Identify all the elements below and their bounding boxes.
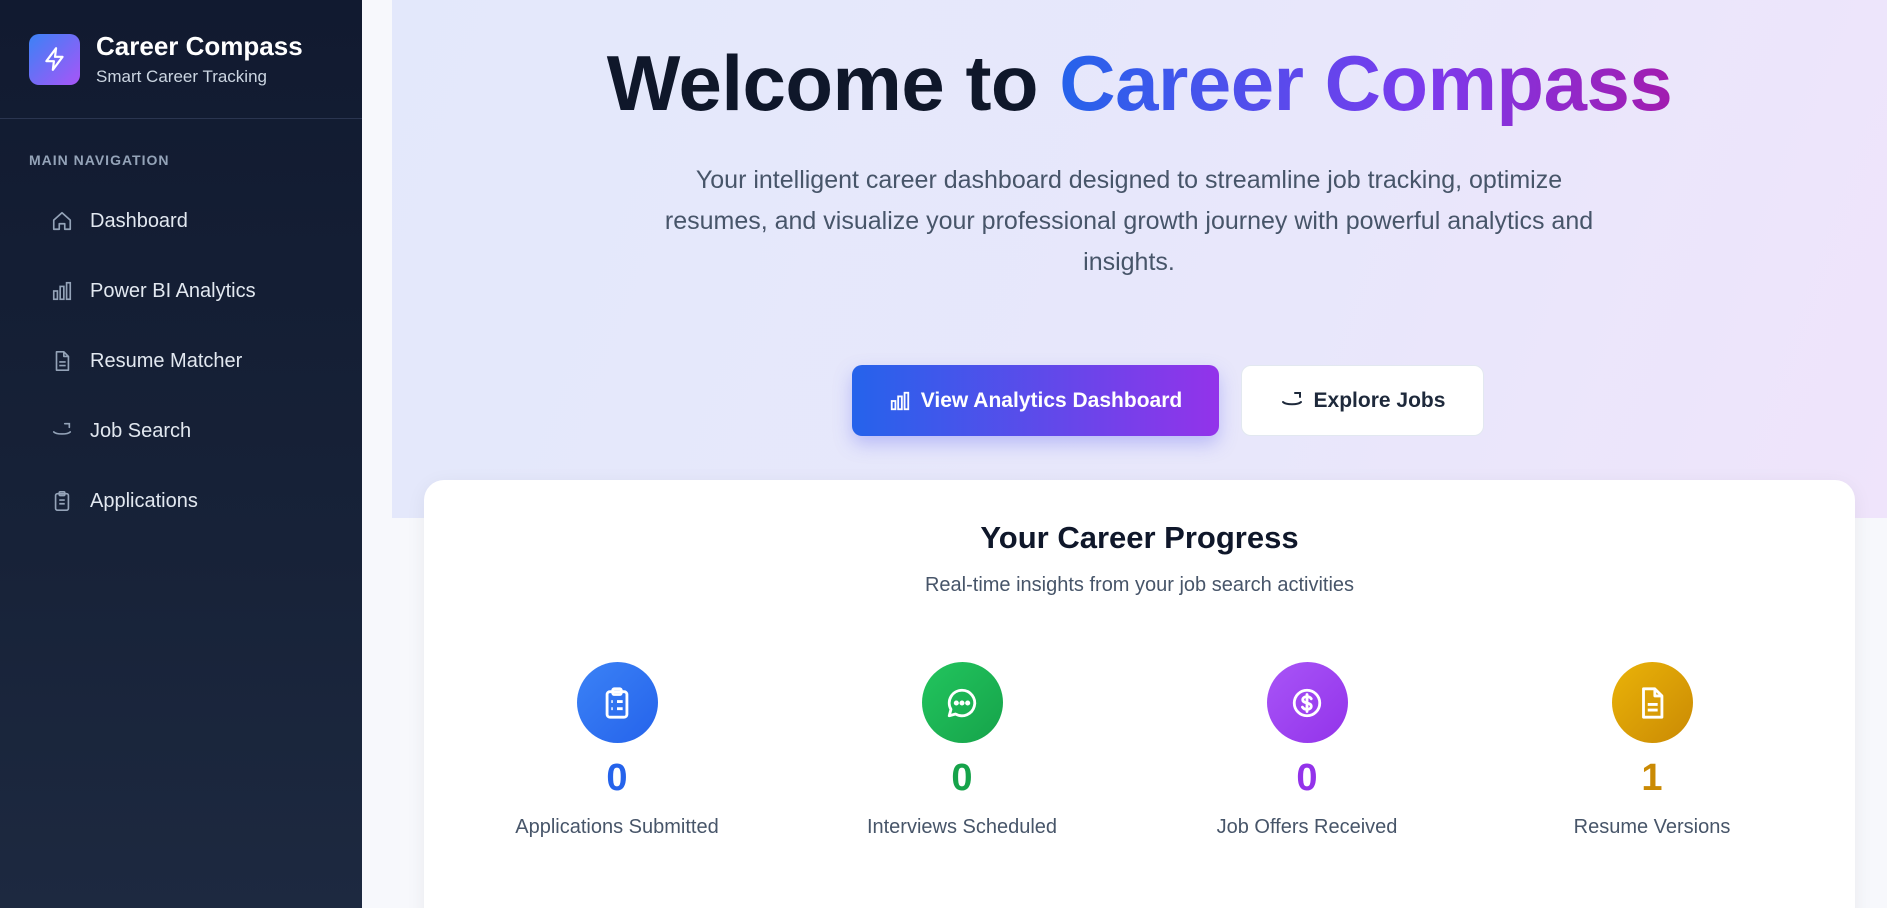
career-progress-card: Your Career Progress Real-time insights … xyxy=(424,480,1855,908)
clipboard-icon xyxy=(50,489,74,513)
nav-section-label: MAIN NAVIGATION xyxy=(29,152,170,168)
sidebar-item-power-bi-analytics[interactable]: Power BI Analytics xyxy=(0,256,362,326)
main-navigation: Dashboard Power BI Analytics Resume Matc… xyxy=(0,186,362,536)
button-label: View Analytics Dashboard xyxy=(920,388,1183,412)
hero-description: Your intelligent career dashboard design… xyxy=(664,166,1594,276)
brand-title: Career Compass xyxy=(96,31,303,61)
card-title: Your Career Progress xyxy=(980,520,1299,555)
lightning-icon xyxy=(29,33,80,85)
hero-title: Welcome to Career Compass xyxy=(392,38,1887,129)
stat-value: 0 xyxy=(951,757,973,799)
sidebar-item-label: Resume Matcher xyxy=(90,349,243,372)
hero-title-prefix: Welcome to xyxy=(606,39,1039,127)
sidebar-item-label: Dashboard xyxy=(90,209,188,232)
hero-title-highlight: Career Compass xyxy=(1059,39,1673,127)
stat-label: Job Offers Received xyxy=(1216,816,1398,838)
brand-subtitle: Smart Career Tracking xyxy=(96,67,267,86)
stat-resume-versions: 1 Resume Versions xyxy=(1502,662,1802,839)
hero-section: Welcome to Career Compass Your intellige… xyxy=(392,0,1887,518)
chat-bubble-icon xyxy=(921,662,1003,743)
bar-chart-icon xyxy=(889,390,911,412)
sidebar-item-label: Job Search xyxy=(90,419,192,442)
stat-label: Applications Submitted xyxy=(515,816,719,838)
sidebar-item-resume-matcher[interactable]: Resume Matcher xyxy=(0,326,362,396)
sidebar-item-dashboard[interactable]: Dashboard xyxy=(0,186,362,256)
stat-interviews-scheduled: 0 Interviews Scheduled xyxy=(812,662,1112,839)
clipboard-list-icon xyxy=(576,662,658,743)
button-label: Explore Jobs xyxy=(1313,388,1446,412)
bar-chart-icon xyxy=(50,279,74,303)
dollar-icon xyxy=(1266,662,1348,743)
view-analytics-dashboard-button[interactable]: View Analytics Dashboard xyxy=(852,365,1219,436)
sidebar-item-applications[interactable]: Applications xyxy=(0,466,362,536)
stat-job-offers-received: 0 Job Offers Received xyxy=(1157,662,1457,839)
stat-label: Resume Versions xyxy=(1573,816,1731,838)
file-icon xyxy=(1611,662,1693,743)
sidebar-item-label: Power BI Analytics xyxy=(90,279,256,302)
home-icon xyxy=(50,209,74,233)
briefcase-icon xyxy=(1280,389,1304,413)
document-icon xyxy=(50,349,74,373)
stat-value: 1 xyxy=(1641,757,1663,799)
stat-value: 0 xyxy=(1296,757,1318,799)
sidebar: Career Compass Smart Career Tracking MAI… xyxy=(0,0,362,908)
explore-jobs-button[interactable]: Explore Jobs xyxy=(1241,365,1484,436)
stat-label: Interviews Scheduled xyxy=(866,816,1058,838)
sidebar-item-label: Applications xyxy=(90,489,198,512)
card-subtitle: Real-time insights from your job search … xyxy=(924,574,1355,596)
sidebar-item-job-search[interactable]: Job Search xyxy=(0,396,362,466)
stat-applications-submitted: 0 Applications Submitted xyxy=(467,662,767,839)
stat-value: 0 xyxy=(606,757,628,799)
briefcase-icon xyxy=(50,419,74,443)
main-content: Welcome to Career Compass Your intellige… xyxy=(362,0,1887,908)
brand[interactable]: Career Compass Smart Career Tracking xyxy=(0,0,362,119)
